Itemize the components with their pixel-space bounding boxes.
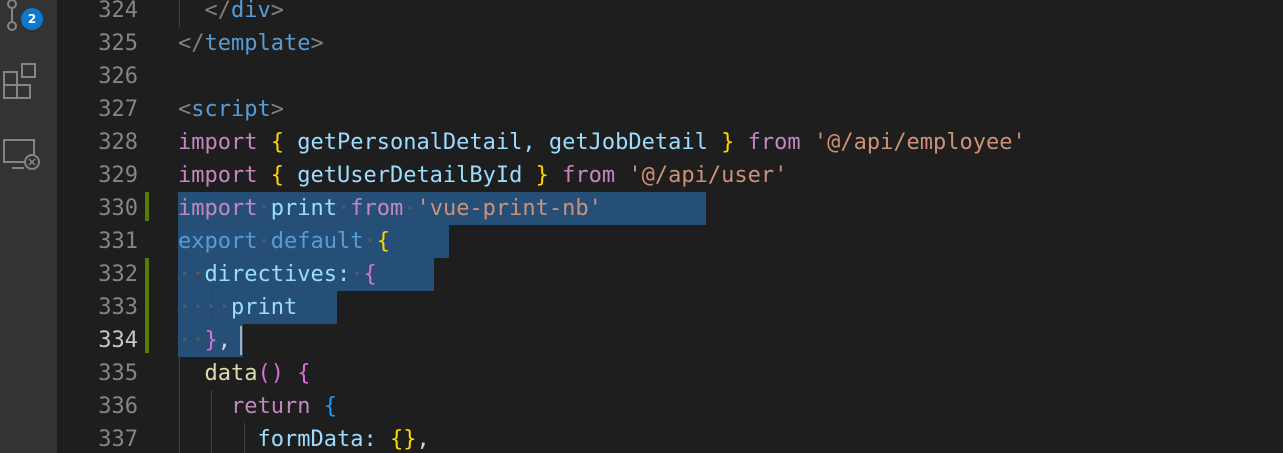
line-number: 337 [98, 427, 138, 452]
code-line: import·print·from·'vue-print-nb' [178, 196, 602, 221]
git-modified-marker [145, 192, 149, 221]
token: , [217, 328, 231, 353]
token: 'vue-print-nb' [416, 196, 602, 221]
token: { [323, 394, 337, 419]
remote-explorer-button[interactable] [0, 130, 57, 178]
token: </ [204, 0, 232, 23]
token: div [231, 0, 271, 23]
git-modified-marker [145, 258, 149, 353]
code-line: return { [178, 390, 337, 423]
code-line: import { getPersonalDetail, getJobDetail… [178, 126, 1026, 159]
line-number: 330 [98, 196, 138, 221]
extensions-button[interactable] [0, 56, 57, 104]
code-line: </div> [178, 0, 285, 27]
token: import [178, 130, 258, 155]
activity-bar: 2 [0, 0, 57, 453]
code-line: ··directives:·{ [178, 262, 377, 287]
token: > [270, 97, 284, 122]
line-number: 329 [98, 163, 138, 188]
code-line: <script> [178, 93, 284, 126]
text-cursor [240, 326, 242, 355]
token: getJobDetail [548, 130, 708, 155]
remote-explorer-icon [3, 139, 40, 170]
code-line: import { getUserDetailById } from '@/api… [178, 159, 787, 192]
source-control-badge: 2 [21, 8, 43, 30]
token: , [416, 427, 430, 452]
token: '@/api/user' [628, 163, 788, 188]
active-line-number: 334 [98, 328, 138, 353]
line-number-gutter: 324 325 326 327 328 329 330 331 332 333 … [57, 0, 177, 453]
token: from [562, 163, 616, 188]
code-editor[interactable]: 324 325 326 327 328 329 330 331 332 333 … [57, 0, 1283, 453]
token: < [178, 97, 192, 122]
token: > [270, 0, 284, 23]
code-area[interactable]: </div> </template> <script> import { get… [178, 0, 1283, 453]
token: print [230, 295, 298, 320]
token: data [204, 361, 258, 386]
code-line: ····print [178, 295, 298, 320]
token: getUserDetailById [297, 163, 523, 188]
line-number: 327 [98, 97, 138, 122]
token: '@/api/employee' [813, 130, 1026, 155]
token: } [204, 328, 218, 353]
token: > [310, 31, 324, 56]
token: import [178, 196, 258, 221]
token: () [257, 361, 284, 386]
line-number: 333 [98, 295, 138, 320]
vscode-window: 2 324 325 326 327 328 329 330 331 332 33… [0, 0, 1283, 453]
token: </ [178, 31, 205, 56]
line-number: 331 [98, 229, 138, 254]
code-line: formData: {}, [178, 423, 430, 453]
line-number: 328 [98, 130, 138, 155]
line-number: 324 [98, 0, 138, 23]
token: template [204, 31, 311, 56]
token: script [191, 97, 271, 122]
token: { [363, 262, 377, 287]
token: print [270, 196, 337, 221]
token: {} [389, 427, 417, 452]
extensions-icon [3, 63, 36, 99]
token: { [376, 229, 390, 254]
token: { [270, 163, 284, 188]
token: { [270, 130, 284, 155]
token: formData: [257, 427, 377, 452]
code-line: </template> [178, 27, 324, 60]
line-number: 325 [98, 31, 138, 56]
source-control-button[interactable]: 2 [0, 0, 57, 48]
token: from [350, 196, 404, 221]
code-line: ··}, [178, 328, 231, 353]
token: directives: [204, 262, 351, 287]
line-number: 336 [98, 394, 138, 419]
token: export [178, 229, 258, 254]
token: } [535, 163, 549, 188]
line-number: 326 [98, 64, 138, 89]
token: import [178, 163, 258, 188]
token: { [297, 361, 311, 386]
token: from [747, 130, 801, 155]
token: getPersonalDetail, [297, 130, 536, 155]
line-number: 335 [98, 361, 138, 386]
token: return [230, 394, 311, 419]
code-line: export·default·{ [178, 229, 390, 254]
line-number: 332 [98, 262, 138, 287]
token: } [721, 130, 735, 155]
token: default [270, 229, 364, 254]
code-line: data() { [178, 357, 311, 390]
